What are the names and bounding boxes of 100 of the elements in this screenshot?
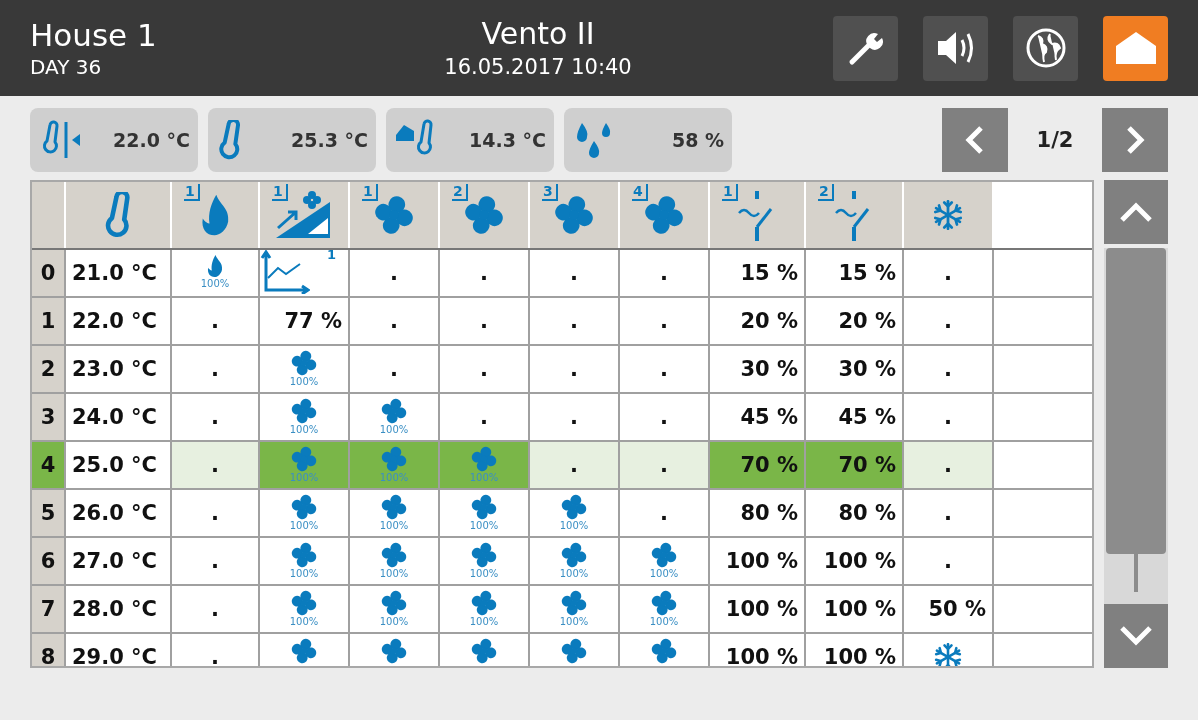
temperature-cell: 26.0 °C xyxy=(66,490,172,536)
temperature-cell: 23.0 °C xyxy=(66,346,172,392)
table-cell: . xyxy=(904,346,994,392)
fan-icon xyxy=(471,542,497,568)
scroll-down-button[interactable] xyxy=(1104,604,1168,668)
percent-label: 100% xyxy=(289,424,319,435)
table-cell: . xyxy=(620,442,710,488)
table-cell: . xyxy=(350,298,440,344)
badge-number: 4 xyxy=(632,184,648,201)
fan-icon xyxy=(381,542,407,568)
temperature-cell: 22.0 °C xyxy=(66,298,172,344)
language-button[interactable] xyxy=(1013,15,1078,81)
table-cell: 30 % xyxy=(806,346,904,392)
sensor-value: 58 % xyxy=(671,129,724,151)
table-cell: . xyxy=(620,490,710,536)
row-number[interactable]: 2 xyxy=(32,346,66,392)
fan-icon xyxy=(381,494,407,520)
table-cell: . xyxy=(904,490,994,536)
table-cell: 20 % xyxy=(710,298,806,344)
previous-page-button[interactable] xyxy=(942,108,1008,172)
fan-icon xyxy=(561,542,587,568)
table-cell: 100 % xyxy=(806,586,904,632)
temperature-cell: 24.0 °C xyxy=(66,394,172,440)
wrench-icon xyxy=(847,30,884,66)
percent-label: 100% xyxy=(559,568,589,579)
table-cell: . xyxy=(530,394,620,440)
fan-icon xyxy=(381,638,407,664)
row-number[interactable]: 1 xyxy=(32,298,66,344)
row-number[interactable]: 0 xyxy=(32,250,66,296)
table-cell: . xyxy=(440,394,530,440)
badge-number: 2 xyxy=(818,184,834,201)
next-page-button[interactable] xyxy=(1102,108,1168,172)
temperature-cell: 28.0 °C xyxy=(66,586,172,632)
fan-icon xyxy=(651,638,677,664)
fan-icon xyxy=(464,195,504,235)
line-chart-icon xyxy=(260,250,310,294)
table-cell: 77 % xyxy=(260,298,350,344)
row-number[interactable]: 7 xyxy=(32,586,66,632)
percent-label: 100% xyxy=(559,520,589,531)
fan-icon xyxy=(381,590,407,616)
table-cell: 30 % xyxy=(710,346,806,392)
fan-icon xyxy=(561,494,587,520)
row-number[interactable]: 3 xyxy=(32,394,66,440)
percent-label: 100% xyxy=(649,568,679,579)
percent-label: 100% xyxy=(289,616,319,627)
home-button[interactable] xyxy=(1103,15,1168,81)
fan-icon xyxy=(291,494,317,520)
badge-number: 3 xyxy=(542,184,558,201)
flame-icon xyxy=(205,254,225,278)
table-cell: . xyxy=(530,346,620,392)
row-number[interactable]: 5 xyxy=(32,490,66,536)
temperature-cell: 27.0 °C xyxy=(66,538,172,584)
home-icon xyxy=(1113,30,1158,66)
scroll-thumb[interactable] xyxy=(1106,248,1166,554)
sensor-value: 25.3 °C xyxy=(291,129,368,151)
row-number[interactable]: 8 xyxy=(32,634,66,666)
table-cell: . xyxy=(172,538,260,584)
temperature-cell: 21.0 °C xyxy=(66,250,172,296)
row-number[interactable]: 4 xyxy=(32,442,66,488)
table-cell: . xyxy=(172,442,260,488)
percent-label: 100% xyxy=(469,520,499,531)
table-cell: . xyxy=(530,250,620,296)
table-cell: . xyxy=(904,394,994,440)
table-cell: 50 % xyxy=(904,586,994,632)
table-cell: . xyxy=(530,442,620,488)
table-cell: . xyxy=(172,490,260,536)
percent-label: 100% xyxy=(469,616,499,627)
fan-icon xyxy=(291,446,317,472)
table-cell: . xyxy=(172,586,260,632)
percent-label: 100% xyxy=(289,472,319,483)
percent-label: 100% xyxy=(289,376,319,387)
table-cell: . xyxy=(440,250,530,296)
percent-label: 100% xyxy=(379,616,409,627)
table-cell: 70 % xyxy=(806,442,904,488)
percent-label: 100% xyxy=(200,278,230,289)
table-cell: . xyxy=(620,250,710,296)
day-label: DAY 36 xyxy=(30,54,103,80)
temperature-cell: 29.0 °C xyxy=(66,634,172,666)
table-cell: . xyxy=(440,346,530,392)
badge-number: 1 xyxy=(272,184,288,201)
fan-icon xyxy=(471,590,497,616)
table-cell: . xyxy=(172,394,260,440)
percent-label: 100% xyxy=(379,424,409,435)
table-cell: 100 % xyxy=(710,538,806,584)
date-time: 16.05.2017 10:40 xyxy=(444,54,632,81)
fan-icon xyxy=(291,638,317,664)
settings-button[interactable] xyxy=(833,15,898,81)
sound-button[interactable] xyxy=(923,15,988,81)
table-cell: . xyxy=(904,250,994,296)
table-cell: . xyxy=(904,298,994,344)
table-cell: 80 % xyxy=(806,490,904,536)
table-cell: . xyxy=(904,442,994,488)
table-cell: . xyxy=(620,298,710,344)
badge-number: 1 xyxy=(184,184,200,201)
sensor-value: 22.0 °C xyxy=(113,129,190,151)
chevron-down-icon xyxy=(1118,624,1154,648)
fan-icon xyxy=(561,590,587,616)
table-cell: . xyxy=(904,538,994,584)
row-number[interactable]: 6 xyxy=(32,538,66,584)
scroll-up-button[interactable] xyxy=(1104,180,1168,244)
